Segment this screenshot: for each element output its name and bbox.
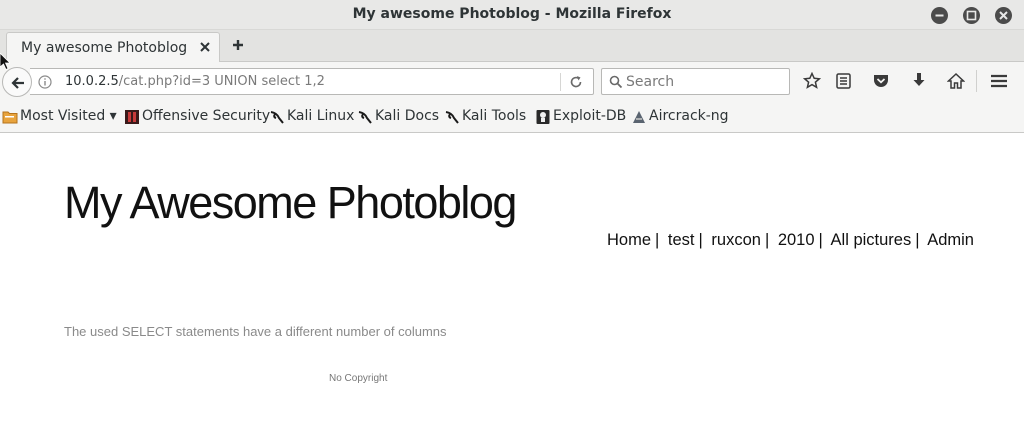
search-bar[interactable]: Search	[601, 68, 790, 95]
folder-icon	[2, 111, 18, 124]
page-content: My Awesome Photoblog Home | test | ruxcon |…	[0, 134, 1024, 429]
url-text[interactable]: 10.0.2.5/cat.php?id=3 UNION select 1,2	[65, 74, 325, 89]
nav-link-2010[interactable]: 2010	[778, 231, 815, 249]
bookmark-label: Kali Docs	[375, 108, 440, 124]
tab-strip: My awesome Photoblog	[0, 30, 1024, 63]
reload-icon[interactable]	[568, 74, 584, 90]
search-placeholder: Search	[626, 74, 675, 90]
tab-photoblog[interactable]: My awesome Photoblog	[6, 32, 220, 63]
navigation-toolbar: 10.0.2.5/cat.php?id=3 UNION select 1,2 S…	[0, 62, 1024, 100]
nav-separator: |	[818, 231, 823, 249]
bookmarks-toolbar: Most Visited ▾ Offensive Security Kali L…	[0, 100, 1024, 133]
site-title: My Awesome Photoblog	[64, 177, 517, 228]
url-divider	[560, 73, 561, 91]
kali-dragon-icon	[270, 111, 284, 124]
nav-link-home[interactable]: Home	[607, 231, 651, 249]
maximize-button[interactable]	[963, 7, 980, 24]
back-arrow-icon	[11, 77, 24, 89]
search-icon	[609, 75, 623, 89]
pocket-icon[interactable]	[872, 72, 890, 90]
maximize-icon	[966, 10, 977, 21]
footer-copyright: No Copyright	[329, 373, 388, 384]
window-title: My awesome Photoblog - Mozilla Firefox	[352, 6, 672, 22]
new-tab-plus-icon[interactable]	[232, 39, 244, 51]
nav-link-admin[interactable]: Admin	[927, 231, 974, 249]
back-button[interactable]	[2, 67, 32, 97]
bookmark-star-icon[interactable]	[803, 72, 821, 90]
exploitdb-icon	[536, 110, 550, 124]
info-icon[interactable]	[38, 75, 52, 89]
download-icon[interactable]	[910, 72, 928, 90]
url-bar[interactable]: 10.0.2.5/cat.php?id=3 UNION select 1,2	[30, 68, 594, 95]
aircrack-icon	[633, 111, 645, 123]
kali-dragon-icon	[358, 111, 372, 124]
nav-separator: |	[764, 231, 770, 249]
url-host: 10.0.2.5	[65, 74, 119, 89]
nav-separator: |	[655, 231, 660, 249]
reader-list-icon[interactable]	[835, 72, 853, 90]
bookmark-label: Offensive Security	[142, 108, 271, 124]
nav-link-test[interactable]: test	[668, 231, 695, 249]
nav-separator: |	[915, 231, 920, 249]
bookmark-label: Most Visited ▾	[20, 108, 117, 124]
sql-error-message: The used SELECT statements have a differ…	[64, 324, 447, 339]
tab-close-icon[interactable]	[199, 41, 211, 53]
tab-title: My awesome Photoblog	[21, 40, 188, 56]
bookmark-label: Aircrack-ng	[649, 108, 729, 124]
offsec-icon	[125, 110, 139, 124]
home-icon[interactable]	[947, 72, 965, 90]
nav-link-ruxcon[interactable]: ruxcon	[711, 231, 761, 249]
url-path: /cat.php?id=3 UNION select 1,2	[118, 74, 325, 89]
close-icon	[999, 11, 1008, 20]
minimize-icon	[935, 14, 944, 17]
mouse-cursor-icon	[0, 53, 10, 71]
nav-link-all-pictures[interactable]: All pictures	[831, 231, 912, 249]
kali-dragon-icon	[445, 111, 459, 124]
minimize-button[interactable]	[931, 7, 948, 24]
close-window-button[interactable]	[995, 7, 1012, 24]
window-titlebar: My awesome Photoblog - Mozilla Firefox	[0, 0, 1024, 30]
site-navigation: Home | test | ruxcon | 2010 | All pictures | …	[607, 231, 974, 250]
bookmark-label: Kali Tools	[462, 108, 527, 124]
nav-separator: |	[698, 231, 703, 249]
toolbar-divider	[976, 70, 977, 92]
bookmark-label: Exploit-DB	[553, 108, 627, 124]
hamburger-menu-icon[interactable]	[990, 72, 1008, 90]
bookmark-label: Kali Linux	[287, 108, 355, 124]
